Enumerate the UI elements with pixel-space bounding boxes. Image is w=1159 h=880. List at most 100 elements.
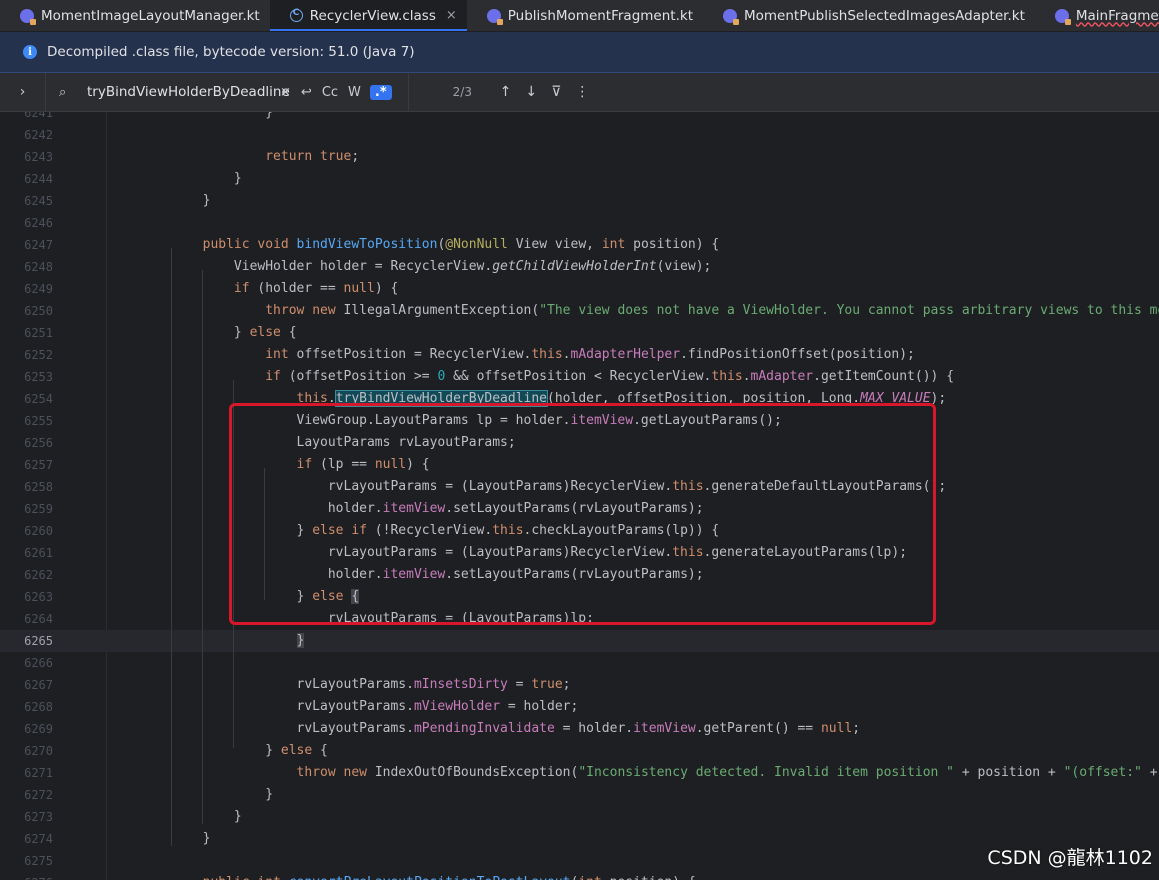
watermark: CSDN @龍林1102 bbox=[987, 847, 1153, 869]
tab-label: MainFragment.kt bbox=[1075, 7, 1159, 24]
code-line: 6274 } bbox=[0, 828, 1159, 850]
code-line: 6253 if (offsetPosition >= 0 && offsetPo… bbox=[0, 366, 1159, 388]
tab-main-fragment[interactable]: MainFragment.kt bbox=[1035, 0, 1159, 31]
line-number: 6265 bbox=[24, 634, 53, 648]
code-line: 6242 bbox=[0, 124, 1159, 146]
more-options-icon[interactable]: ⋮ bbox=[575, 84, 589, 100]
code-text: holder.itemView.setLayoutParams(rvLayout… bbox=[140, 501, 704, 516]
code-text: ViewGroup.LayoutParams lp = holder.itemV… bbox=[140, 413, 782, 428]
code-text: } bbox=[296, 633, 305, 648]
line-number: 6244 bbox=[24, 172, 53, 186]
tab-moment-image-layout-manager[interactable]: MomentImageLayoutManager.kt bbox=[0, 0, 270, 31]
line-number: 6248 bbox=[24, 260, 53, 274]
match-count: 2/3 bbox=[452, 85, 472, 99]
search-match-highlight: tryBindViewHolderByDeadline bbox=[334, 390, 549, 407]
line-number: 6250 bbox=[24, 304, 53, 318]
code-line: 6259 holder.itemView.setLayoutParams(rvL… bbox=[0, 498, 1159, 520]
kotlin-file-icon bbox=[486, 8, 503, 25]
code-line: 6271 throw new IndexOutOfBoundsException… bbox=[0, 762, 1159, 784]
code-line: 6247 public void bindViewToPosition(@Non… bbox=[0, 234, 1159, 256]
code-line: 6272 } bbox=[0, 784, 1159, 806]
find-bar: › ⌕ tryBindViewHolderByDeadline × ↩ Cc W… bbox=[0, 73, 1159, 112]
whole-words-toggle[interactable]: W bbox=[348, 85, 361, 100]
code-text: if (offsetPosition >= 0 && offsetPositio… bbox=[265, 369, 955, 384]
filter-icon[interactable]: ⊽ bbox=[551, 84, 561, 100]
code-text: rvLayoutParams.mInsetsDirty = true; bbox=[140, 677, 571, 692]
indent-guide bbox=[171, 248, 172, 846]
code-text: throw new IllegalArgumentException("The … bbox=[265, 303, 1159, 318]
code-text: public void bindViewToPosition(@NonNull … bbox=[202, 237, 720, 252]
regex-toggle[interactable]: .* bbox=[369, 84, 392, 100]
line-number: 6245 bbox=[24, 194, 53, 208]
tab-publish-moment-fragment[interactable]: PublishMomentFragment.kt bbox=[467, 0, 703, 31]
line-number: 6270 bbox=[24, 744, 53, 758]
code-text: rvLayoutParams.mViewHolder = holder; bbox=[140, 699, 579, 714]
search-input[interactable]: tryBindViewHolderByDeadline bbox=[87, 84, 290, 100]
code-line: 6258 rvLayoutParams = (LayoutParams)Recy… bbox=[0, 476, 1159, 498]
previous-occurrence-icon[interactable]: ↑ bbox=[500, 84, 512, 100]
code-line: 6268 rvLayoutParams.mViewHolder = holder… bbox=[0, 696, 1159, 718]
line-number: 6246 bbox=[24, 216, 53, 230]
code-text: rvLayoutParams = (LayoutParams)RecyclerV… bbox=[140, 545, 908, 560]
code-line: 6275 bbox=[0, 850, 1159, 872]
info-icon: i bbox=[23, 45, 37, 59]
line-number: 6257 bbox=[24, 458, 53, 472]
code-line: 6255 ViewGroup.LayoutParams lp = holder.… bbox=[0, 410, 1159, 432]
line-number: 6269 bbox=[24, 722, 53, 736]
code-line: 6266 bbox=[0, 652, 1159, 674]
code-line: 6246 bbox=[0, 212, 1159, 234]
line-number: 6242 bbox=[24, 128, 53, 142]
code-line: 6257 if (lp == null) { bbox=[0, 454, 1159, 476]
line-number: 6259 bbox=[24, 502, 53, 516]
kotlin-file-icon bbox=[20, 8, 36, 25]
code-text: } bbox=[140, 171, 242, 186]
expand-replace-chevron-icon[interactable]: › bbox=[0, 73, 46, 111]
code-line: 6267 rvLayoutParams.mInsetsDirty = true; bbox=[0, 674, 1159, 696]
code-line: 6269 rvLayoutParams.mPendingInvalidate =… bbox=[0, 718, 1159, 740]
line-number: 6276 bbox=[0, 872, 53, 880]
tab-moment-publish-selected-images-adapter[interactable]: MomentPublishSelectedImagesAdapter.kt bbox=[703, 0, 1035, 31]
next-occurrence-icon[interactable]: ↓ bbox=[525, 84, 537, 100]
code-line: 6254 this.tryBindViewHolderByDeadline(ho… bbox=[0, 388, 1159, 410]
clear-search-icon[interactable]: × bbox=[280, 85, 291, 100]
code-text: int offsetPosition = RecyclerView.this.m… bbox=[265, 347, 915, 362]
code-text: public int convertPreLayoutPositionToPos… bbox=[140, 872, 696, 880]
class-file-icon bbox=[289, 8, 303, 22]
line-number: 6254 bbox=[24, 392, 53, 406]
line-number: 6241 bbox=[24, 112, 53, 120]
code-line: 6273 } bbox=[0, 806, 1159, 828]
code-text: } else if (!RecyclerView.this.checkLayou… bbox=[140, 523, 720, 538]
code-line: 6262 holder.itemView.setLayoutParams(rvL… bbox=[0, 564, 1159, 586]
banner-text: Decompiled .class file, bytecode version… bbox=[47, 44, 415, 60]
code-text: throw new IndexOutOfBoundsException("Inc… bbox=[296, 765, 1158, 780]
tab-recycler-view-class[interactable]: RecyclerView.class × bbox=[269, 0, 467, 31]
line-number: 6253 bbox=[24, 370, 53, 384]
code-line: 6256 LayoutParams rvLayoutParams; bbox=[0, 432, 1159, 454]
code-line: 6270 } else { bbox=[0, 740, 1159, 762]
code-line: 6244 } bbox=[0, 168, 1159, 190]
indent-guide bbox=[233, 380, 234, 748]
search-history-icon[interactable]: ↩ bbox=[301, 85, 312, 100]
line-number: 6251 bbox=[24, 326, 53, 340]
code-line: 6263 } else { bbox=[0, 586, 1159, 608]
line-number: 6243 bbox=[24, 150, 53, 164]
line-number: 6255 bbox=[24, 414, 53, 428]
close-icon[interactable]: × bbox=[446, 8, 457, 23]
indent-guide bbox=[264, 468, 265, 600]
search-icon[interactable]: ⌕ bbox=[59, 85, 77, 100]
code-text: } bbox=[140, 193, 211, 208]
line-number: 6249 bbox=[24, 282, 53, 296]
decompiled-info-banner: i Decompiled .class file, bytecode versi… bbox=[0, 32, 1159, 73]
indent-guide bbox=[202, 270, 203, 824]
code-text: return true; bbox=[265, 149, 360, 164]
code-text: } else { bbox=[140, 589, 360, 604]
match-case-toggle[interactable]: Cc bbox=[322, 85, 338, 100]
divider bbox=[407, 73, 409, 111]
code-text: rvLayoutParams = (LayoutParams)RecyclerV… bbox=[140, 479, 947, 494]
code-line-current: 6265 } bbox=[0, 630, 1159, 652]
code-editor[interactable]: 6241 } 6242 6243 return true; 6244 } 624… bbox=[0, 112, 1159, 880]
line-number: 6268 bbox=[24, 700, 53, 714]
tab-label: MomentImageLayoutManager.kt bbox=[41, 7, 260, 24]
code-lines: 6241 } 6242 6243 return true; 6244 } 624… bbox=[0, 112, 1159, 880]
line-number: 6252 bbox=[24, 348, 53, 362]
